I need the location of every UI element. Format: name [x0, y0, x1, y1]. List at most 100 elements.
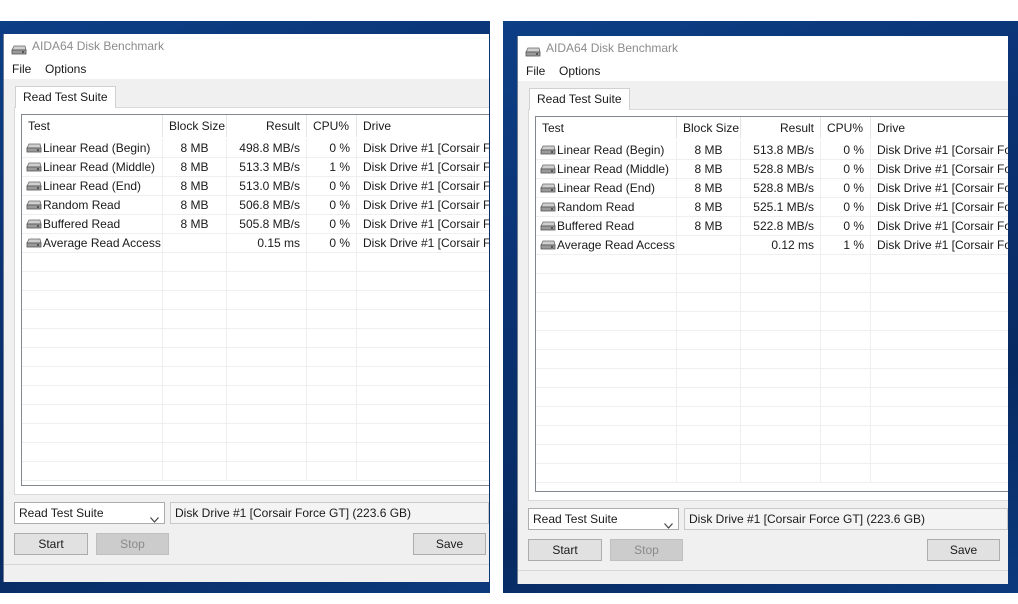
cell-value: Disk Drive #1 [Corsair F [363, 179, 489, 193]
column-header-cpu[interactable]: CPU% [821, 117, 871, 139]
tab-read-test-suite[interactable]: Read Test Suite [15, 86, 116, 108]
hard-disk-icon [26, 178, 42, 191]
cell-block [677, 407, 741, 426]
cell-value: 0.12 ms [771, 238, 814, 252]
cell-result: 522.8 MB/s [741, 217, 821, 236]
cell-drive [871, 274, 1008, 293]
tab-read-test-suite[interactable]: Read Test Suite [529, 88, 630, 110]
cell-value: Disk Drive #1 [Corsair F [363, 236, 489, 250]
column-header-result[interactable]: Result [227, 115, 307, 137]
cell-value: 513.3 MB/s [239, 160, 300, 174]
cell-result: 513.8 MB/s [741, 141, 821, 160]
cell-result [227, 291, 307, 310]
cell-result [227, 386, 307, 405]
stop-button[interactable]: Stop [96, 533, 169, 555]
cell-value: 0 % [329, 141, 350, 155]
cell-result [227, 329, 307, 348]
cell-cpu [821, 255, 871, 274]
cell-block [677, 464, 741, 483]
cell-cpu [821, 331, 871, 350]
drive-select[interactable]: Disk Drive #1 [Corsair Force GT] (223.6 … [684, 508, 1008, 530]
cell-drive [871, 331, 1008, 350]
cell-test: Buffered Read [22, 215, 163, 234]
menu-bar: File Options [4, 59, 489, 79]
cell-test [536, 255, 677, 274]
cell-drive: Disk Drive #1 [Corsair Fo [871, 236, 1008, 255]
stop-button[interactable]: Stop [610, 539, 683, 561]
hard-disk-icon [26, 216, 42, 229]
cell-block [677, 236, 741, 255]
cell-value: Disk Drive #1 [Corsair Fo [877, 143, 1008, 157]
mode-select[interactable]: Read Test Suite [528, 508, 679, 530]
cell-value: 513.8 MB/s [753, 143, 814, 157]
cell-value: 8 MB [180, 141, 209, 155]
start-button[interactable]: Start [14, 533, 88, 555]
cell-value: 506.8 MB/s [239, 198, 300, 212]
drive-select[interactable]: Disk Drive #1 [Corsair Force GT] (223.6 … [170, 502, 489, 524]
cell-block [163, 424, 227, 443]
cell-value: Buffered Read [43, 217, 121, 231]
results-list[interactable]: Test Block Size Result CPU% Drive Linear Read… [535, 116, 1008, 492]
cell-drive [357, 443, 489, 462]
cell-result [741, 388, 821, 407]
menu-file[interactable]: File [526, 64, 545, 78]
cell-test: Linear Read (End) [536, 179, 677, 198]
cell-cpu: 0 % [307, 215, 357, 234]
cell-drive: Disk Drive #1 [Corsair Fo [871, 141, 1008, 160]
cell-block: 8 MB [677, 141, 741, 160]
cell-value: Disk Drive #1 [Corsair F [363, 217, 489, 231]
column-header-cpu[interactable]: CPU% [307, 115, 357, 137]
mode-select-value: Read Test Suite [19, 506, 104, 520]
cell-result [741, 331, 821, 350]
cell-drive: Disk Drive #1 [Corsair F [357, 196, 489, 215]
cell-test [22, 291, 163, 310]
cell-result [227, 462, 307, 481]
save-button[interactable]: Save [413, 533, 486, 555]
cell-value: 8 MB [180, 179, 209, 193]
save-button[interactable]: Save [927, 539, 1000, 561]
column-header-result[interactable]: Result [741, 117, 821, 139]
cell-result [741, 274, 821, 293]
hard-disk-icon [525, 46, 541, 57]
mode-select-value: Read Test Suite [533, 512, 618, 526]
mode-select[interactable]: Read Test Suite [14, 502, 165, 524]
cell-test [536, 293, 677, 312]
column-header-test[interactable]: Test [22, 115, 163, 137]
cell-drive [871, 369, 1008, 388]
cell-value: Disk Drive #1 [Corsair Fo [877, 162, 1008, 176]
cell-result [741, 293, 821, 312]
cell-value: 522.8 MB/s [753, 219, 814, 233]
cell-test [22, 424, 163, 443]
column-header-test[interactable]: Test [536, 117, 677, 139]
menu-options[interactable]: Options [45, 62, 86, 76]
cell-drive: Disk Drive #1 [Corsair F [357, 177, 489, 196]
cell-value: Linear Read (Middle) [557, 162, 670, 176]
column-header-drive[interactable]: Drive [357, 115, 489, 137]
cell-cpu [821, 312, 871, 331]
menu-options[interactable]: Options [559, 64, 600, 78]
column-header-block[interactable]: Block Size [163, 115, 227, 137]
benchmark-window-2: AIDA64 Disk Benchmark File Options Read Tes… [517, 36, 1008, 584]
menu-file[interactable]: File [12, 62, 31, 76]
cell-cpu [307, 462, 357, 481]
title-bar[interactable]: AIDA64 Disk Benchmark [518, 36, 1008, 61]
cell-value: 0 % [843, 219, 864, 233]
cell-test: Random Read [536, 198, 677, 217]
window-title: AIDA64 Disk Benchmark [546, 41, 679, 55]
hard-disk-icon [26, 197, 42, 210]
title-bar[interactable]: AIDA64 Disk Benchmark [4, 34, 489, 59]
cell-cpu [821, 464, 871, 483]
cell-drive [871, 388, 1008, 407]
results-list[interactable]: Test Block Size Result CPU% Drive Linear Read… [21, 114, 489, 486]
column-header-block[interactable]: Block Size [677, 117, 741, 139]
cell-result [741, 426, 821, 445]
cell-block [677, 255, 741, 274]
start-button[interactable]: Start [528, 539, 602, 561]
cell-block [677, 388, 741, 407]
cell-test [536, 312, 677, 331]
cell-drive [357, 329, 489, 348]
column-header-drive[interactable]: Drive [871, 117, 1008, 139]
cell-value: 8 MB [694, 143, 723, 157]
cell-block [163, 310, 227, 329]
cell-value: 0 % [843, 181, 864, 195]
